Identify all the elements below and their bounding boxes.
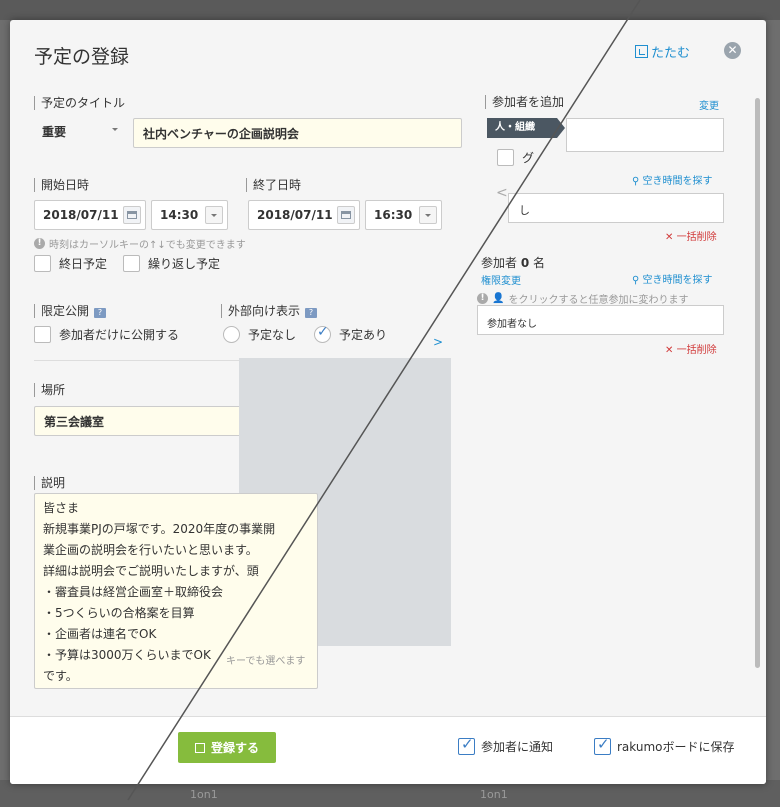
diagonal-divider-line [127,0,641,801]
